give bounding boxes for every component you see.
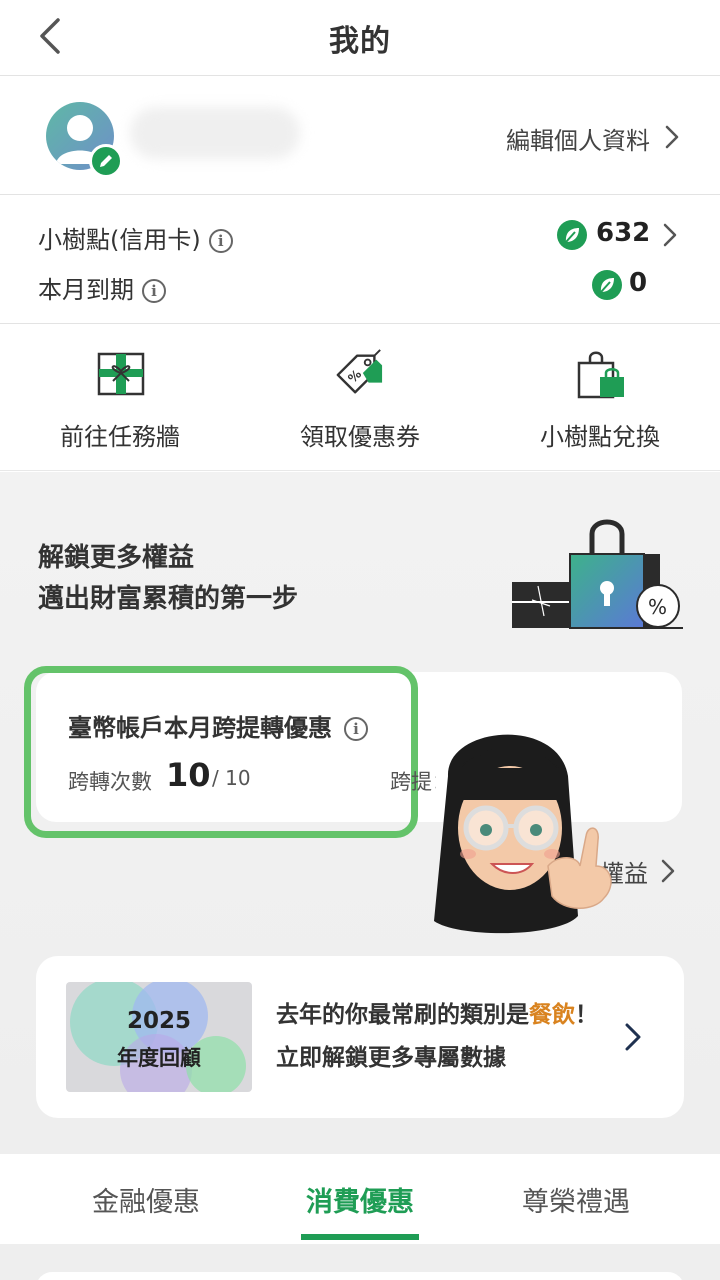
- points-expire-label: 本月到期: [38, 276, 134, 304]
- year-review-text: 去年的你最常刷的類別是餐飲！立即解鎖更多專屬數據: [276, 994, 606, 1080]
- transfer-count-value: 10: [166, 756, 211, 794]
- year-review-badge: 2025 年度回顧: [66, 982, 252, 1092]
- transfer-card-highlight: [24, 666, 418, 838]
- memoji-thumbs-up-icon: [434, 734, 612, 934]
- active-tab-indicator: [301, 1234, 419, 1240]
- shopping-bag-icon: [577, 351, 624, 399]
- gift-box-icon: [97, 352, 145, 396]
- leaf-icon: [557, 220, 587, 250]
- points-credit-value[interactable]: 632: [596, 218, 650, 248]
- year-review-year: 2025: [126, 1008, 191, 1034]
- chevron-right-icon[interactable]: [624, 1022, 642, 1052]
- unlock-line-2: 邁出財富累積的第一步: [38, 584, 299, 614]
- points-expire-row: 本月到期 i: [38, 270, 166, 305]
- profile-row[interactable]: 編輯個人資料: [0, 77, 720, 195]
- offers-tabs: 金融優惠 消費優惠 尊榮禮遇: [0, 1154, 720, 1244]
- tab-premium-privileges[interactable]: 尊榮禮遇: [456, 1180, 696, 1219]
- transfer-count-label: 跨轉次數: [68, 770, 152, 794]
- action-label: 小樹點兌換: [540, 423, 660, 451]
- chevron-right-icon[interactable]: [660, 858, 676, 884]
- pencil-icon[interactable]: [89, 144, 123, 178]
- transfer-title: 臺幣帳戶本月跨提轉優惠 i: [68, 708, 368, 743]
- points-credit-label: 小樹點(信用卡): [38, 226, 201, 254]
- action-label: 前往任務牆: [60, 423, 180, 451]
- chevron-right-icon[interactable]: [664, 123, 680, 151]
- info-icon[interactable]: i: [142, 279, 166, 303]
- unlock-heading: 解鎖更多權益 邁出財富累積的第一步: [38, 538, 298, 620]
- page-title: 我的: [329, 24, 391, 59]
- info-icon[interactable]: i: [344, 717, 368, 741]
- locked-gift-illustration: %: [512, 519, 683, 629]
- tab-spending-offers[interactable]: 消費優惠: [240, 1180, 480, 1219]
- offer-card-partial[interactable]: [36, 1272, 684, 1280]
- points-credit-row: 小樹點(信用卡) i: [38, 220, 233, 255]
- leaf-icon: [592, 270, 622, 300]
- quick-actions: 前往任務牆 % 領取優惠券 小樹點兌換: [0, 325, 720, 471]
- action-label: 領取優惠券: [300, 423, 420, 451]
- svg-text:%: %: [648, 595, 667, 619]
- year-review-label: 年度回顧: [117, 1046, 201, 1070]
- unlock-line-1: 解鎖更多權益: [38, 543, 195, 573]
- edit-profile-link[interactable]: 編輯個人資料: [506, 121, 650, 156]
- transfer-title-text: 臺幣帳戶本月跨提轉優惠: [68, 714, 332, 742]
- action-task-wall[interactable]: 前往任務牆: [0, 325, 240, 471]
- benefits-section: 解鎖更多權益 邁出財富累積的第一步 % 臺幣帳戶本月跨提轉優惠 i 跨轉次數 10…: [0, 472, 720, 1154]
- review-text-prefix: 去年的你最常刷的類別是: [276, 1002, 529, 1028]
- action-redeem[interactable]: 小樹點兌換: [480, 325, 720, 471]
- transfer-count-total: / 10: [212, 766, 251, 790]
- points-expire-value: 0: [629, 268, 648, 298]
- review-text-highlight: 餐飲: [529, 1002, 575, 1028]
- coupon-tag-icon: %: [336, 349, 383, 394]
- user-name-redacted: [130, 107, 300, 159]
- tab-financial-offers[interactable]: 金融優惠: [26, 1180, 266, 1219]
- points-section: 小樹點(信用卡) i 632 本月到期 i 0: [0, 196, 720, 324]
- chevron-right-icon[interactable]: [662, 222, 678, 248]
- action-coupon[interactable]: % 領取優惠券: [240, 325, 480, 471]
- year-review-card[interactable]: 2025 年度回顧 去年的你最常刷的類別是餐飲！立即解鎖更多專屬數據: [36, 956, 684, 1118]
- app-header: 我的: [0, 0, 720, 76]
- info-icon[interactable]: i: [208, 229, 233, 253]
